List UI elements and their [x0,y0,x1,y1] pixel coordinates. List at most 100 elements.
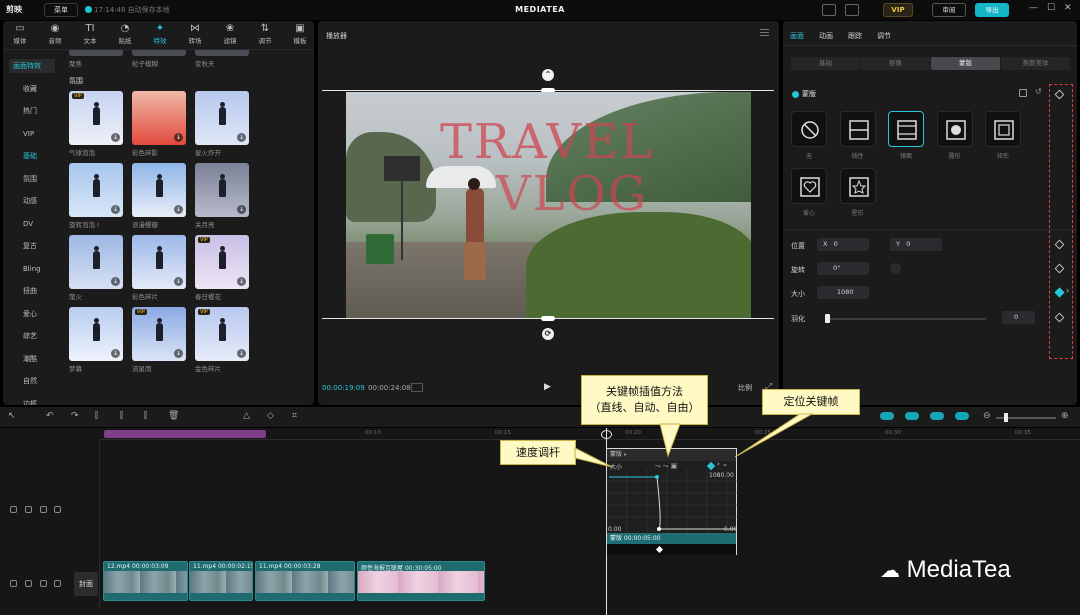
maximize-icon[interactable]: ☐ [1047,3,1055,13]
category-item[interactable]: 边框 [9,397,55,406]
category-item[interactable]: 综艺 [9,329,55,343]
effect-thumbnail[interactable]: ↓ [69,307,123,361]
lock-icon[interactable] [25,506,32,513]
download-icon[interactable]: ↓ [174,133,183,142]
segment-1[interactable]: 抠像 [861,57,930,70]
download-icon[interactable]: ↓ [111,133,120,142]
mirror-icon[interactable]: △ [243,411,250,421]
audio-icon[interactable] [54,506,61,513]
category-item[interactable]: 热门 [9,104,55,118]
mask-circle[interactable] [936,111,973,147]
link-toggle-2[interactable] [905,412,919,420]
mask-rectangle[interactable] [985,111,1021,147]
menu-icon[interactable] [760,29,769,36]
split-left-icon[interactable]: ⫿ [120,411,123,421]
lock-icon[interactable] [25,580,32,587]
playhead-handle[interactable] [601,430,612,439]
category-item[interactable]: 复古 [9,239,55,253]
right-tab-3[interactable]: 调节 [877,31,891,41]
collapse-up-icon[interactable]: ⌃ [542,69,554,81]
download-icon[interactable]: ↓ [174,205,183,214]
effect-thumbnail[interactable]: ↓ [132,163,186,217]
tool-tab-0[interactable]: ▭ 媒体 [5,23,35,47]
category-item[interactable]: 收藏 [9,82,55,96]
rotate-dial[interactable] [890,263,901,274]
download-icon[interactable]: ↓ [174,349,183,358]
mask-enable-toggle[interactable] [792,91,799,98]
eye-icon[interactable] [40,506,47,513]
feather-slider[interactable] [826,318,986,320]
right-tab-2[interactable]: 跟踪 [848,31,862,41]
delete-icon[interactable]: 🗑 [168,411,179,421]
category-item[interactable]: 自然 [9,374,55,388]
mask-heart[interactable] [791,168,827,204]
effect-thumbnail[interactable]: ↓ [195,163,249,217]
tool-tab-5[interactable]: ⋈ 转场 [180,23,210,47]
category-item[interactable]: 扭曲 [9,284,55,298]
effect-thumbnail[interactable]: VIP ↓ [132,307,186,361]
effect-thumbnail[interactable]: ↓ [132,91,186,145]
zoom-in-icon[interactable]: ⊕ [1061,411,1069,421]
category-item[interactable]: 基础 [9,149,55,163]
play-icon[interactable]: ▶ [544,382,551,392]
category-item[interactable]: 爱心 [9,307,55,321]
tool-tab-2[interactable]: TI 文本 [75,23,105,47]
select-tool-icon[interactable]: ↖ [8,411,16,421]
category-item[interactable]: DV [9,217,55,231]
effect-thumbnail[interactable]: ↓ [69,235,123,289]
download-icon[interactable]: ↓ [237,277,246,286]
crop-icon[interactable]: ⌗ [292,411,297,421]
timeline-grid-icon[interactable] [411,383,423,392]
tool-tab-6[interactable]: ❀ 滤镜 [215,23,245,47]
split-right-icon[interactable]: ⫿ [144,411,147,421]
download-icon[interactable]: ↓ [111,205,120,214]
category-item[interactable]: 氛围 [9,172,55,186]
tool-tab-4[interactable]: ✦ 特效 [145,23,175,47]
effect-clip[interactable] [104,430,266,438]
redo-icon[interactable]: ↷ [71,411,79,421]
undo-icon[interactable]: ↶ [46,411,54,421]
link-toggle-4[interactable] [955,412,969,420]
effect-thumbnail[interactable]: ↓ [69,163,123,217]
segment-0[interactable]: 基础 [791,57,860,70]
effect-thumbnail-partial[interactable] [69,50,123,56]
download-icon[interactable]: ↓ [174,277,183,286]
close-icon[interactable]: ✕ [1064,3,1072,13]
ratio-button[interactable]: 比例 [738,383,752,393]
rotate-icon[interactable]: ⟳ [542,328,554,340]
effect-thumbnail[interactable]: VIP ↓ [195,235,249,289]
tool-tab-8[interactable]: ▣ 模板 [285,23,314,47]
rotate-tool-icon[interactable]: ◇ [267,411,274,421]
feather-slider-knob[interactable] [825,314,830,323]
right-tab-0[interactable]: 画面 [790,31,804,41]
link-toggle-3[interactable] [930,412,944,420]
mask-none[interactable] [791,111,827,147]
reset-icon[interactable]: ↺ [1035,87,1042,96]
link-toggle-1[interactable] [880,412,894,420]
review-button[interactable]: 审阅 [932,3,966,17]
video-preview[interactable]: TRAVEL VLOG [346,92,751,319]
download-icon[interactable]: ↓ [111,349,120,358]
feather-input[interactable]: 0 [1002,311,1035,324]
shortcut-icon[interactable] [822,4,836,16]
mask-linear[interactable] [839,111,876,147]
split-icon[interactable]: ⫿ [95,411,98,421]
effect-thumbnail-partial[interactable] [195,50,249,56]
layout-icon[interactable] [845,4,859,16]
audio-icon[interactable] [54,580,61,587]
position-y-input[interactable]: Y 0 [890,238,942,251]
invert-icon[interactable] [1019,89,1027,97]
keyframe-curve-popup[interactable]: 蒙版 ▸ 大小 ⤳ ⤳ ▣ › ⌄ 1080.00 0.00 0.00 蒙版 0… [606,448,738,555]
category-item[interactable]: 动感 [9,194,55,208]
popup-nav-icon[interactable]: › ⌄ [717,460,728,468]
category-item[interactable]: VIP [9,127,55,141]
tool-tab-7[interactable]: ⇅ 调节 [250,23,280,47]
tool-tab-3[interactable]: ◔ 贴纸 [110,23,140,47]
category-item[interactable]: 潮酷 [9,352,55,366]
minimize-icon[interactable]: — [1029,3,1038,13]
video-clip[interactable]: 颜性海报互联屋 00:30:05:00 [357,561,485,601]
zoom-knob[interactable] [1004,413,1008,422]
cover-button[interactable]: 封面 [74,572,98,596]
mask-star[interactable] [839,168,876,204]
tool-tab-1[interactable]: ◉ 音频 [40,23,70,47]
